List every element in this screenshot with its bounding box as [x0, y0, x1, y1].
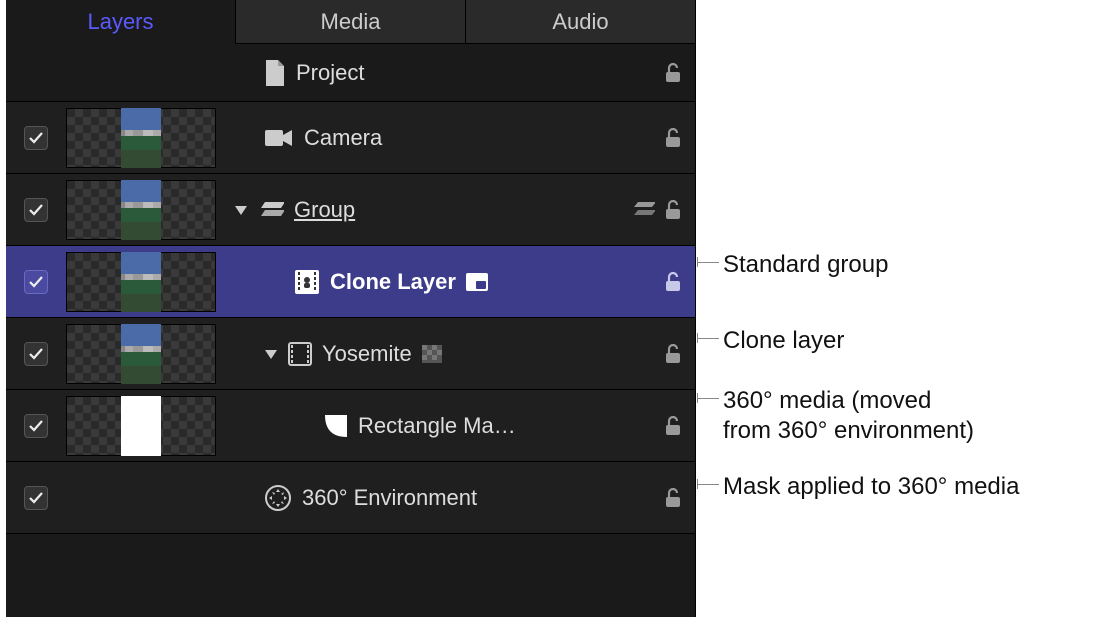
- visibility-checkbox[interactable]: [24, 198, 48, 222]
- row-group[interactable]: Group: [6, 174, 695, 246]
- row-rectangle-mask[interactable]: Rectangle Ma…: [6, 390, 695, 462]
- annotation-mask-applied: Mask applied to 360° media: [723, 472, 1019, 502]
- layer-thumbnail: [66, 396, 216, 456]
- tab-audio[interactable]: Audio: [466, 0, 695, 44]
- visibility-checkbox[interactable]: [24, 342, 48, 366]
- clone-badge-icon: [466, 273, 488, 291]
- row-clone-layer[interactable]: Clone Layer: [6, 246, 695, 318]
- disclosure-triangle-icon[interactable]: [234, 203, 248, 217]
- layers-list: Project: [6, 44, 695, 534]
- layers-stack-icon: [631, 201, 655, 219]
- 360-globe-icon: [264, 484, 292, 512]
- clone-layer-label: Clone Layer: [330, 269, 456, 295]
- project-label: Project: [296, 60, 364, 86]
- filmstrip-icon: [288, 342, 312, 366]
- visibility-checkbox[interactable]: [24, 126, 48, 150]
- lock-icon[interactable]: [661, 198, 685, 222]
- row-360-environment[interactable]: 360° Environment: [6, 462, 695, 534]
- yosemite-label: Yosemite: [322, 341, 412, 367]
- mask-shape-icon: [324, 414, 348, 438]
- camera-icon: [264, 127, 294, 149]
- layers-stack-icon: [258, 200, 284, 220]
- visibility-checkbox[interactable]: [24, 486, 48, 510]
- layers-panel: Layers Media Audio Project: [6, 0, 696, 617]
- camera-label: Camera: [304, 125, 382, 151]
- rectangle-mask-label: Rectangle Ma…: [358, 413, 516, 439]
- lock-icon[interactable]: [661, 486, 685, 510]
- lock-icon[interactable]: [661, 414, 685, 438]
- lock-icon[interactable]: [661, 270, 685, 294]
- layer-thumbnail: [66, 108, 216, 168]
- tab-layers[interactable]: Layers: [6, 0, 236, 44]
- layer-thumbnail: [66, 180, 216, 240]
- visibility-checkbox[interactable]: [24, 270, 48, 294]
- visibility-checkbox[interactable]: [24, 414, 48, 438]
- group-label: Group: [294, 197, 355, 223]
- lock-icon[interactable]: [661, 126, 685, 150]
- disclosure-triangle-icon[interactable]: [264, 347, 278, 361]
- layer-thumbnail: [66, 324, 216, 384]
- clone-filmstrip-icon: [294, 269, 320, 295]
- annotation-clone-layer: Clone layer: [723, 326, 844, 356]
- lock-icon[interactable]: [661, 61, 685, 85]
- panel-tabs: Layers Media Audio: [6, 0, 695, 44]
- annotation-standard-group: Standard group: [723, 250, 888, 280]
- 360-environment-label: 360° Environment: [302, 485, 477, 511]
- annotation-360-media: 360° media (moved from 360° environment): [723, 386, 974, 446]
- row-yosemite[interactable]: Yosemite: [6, 318, 695, 390]
- file-icon: [264, 60, 286, 86]
- layer-thumbnail: [66, 252, 216, 312]
- row-camera[interactable]: Camera: [6, 102, 695, 174]
- tab-media[interactable]: Media: [236, 0, 466, 44]
- mask-badge-icon: [422, 345, 442, 363]
- row-project[interactable]: Project: [6, 44, 695, 102]
- lock-icon[interactable]: [661, 342, 685, 366]
